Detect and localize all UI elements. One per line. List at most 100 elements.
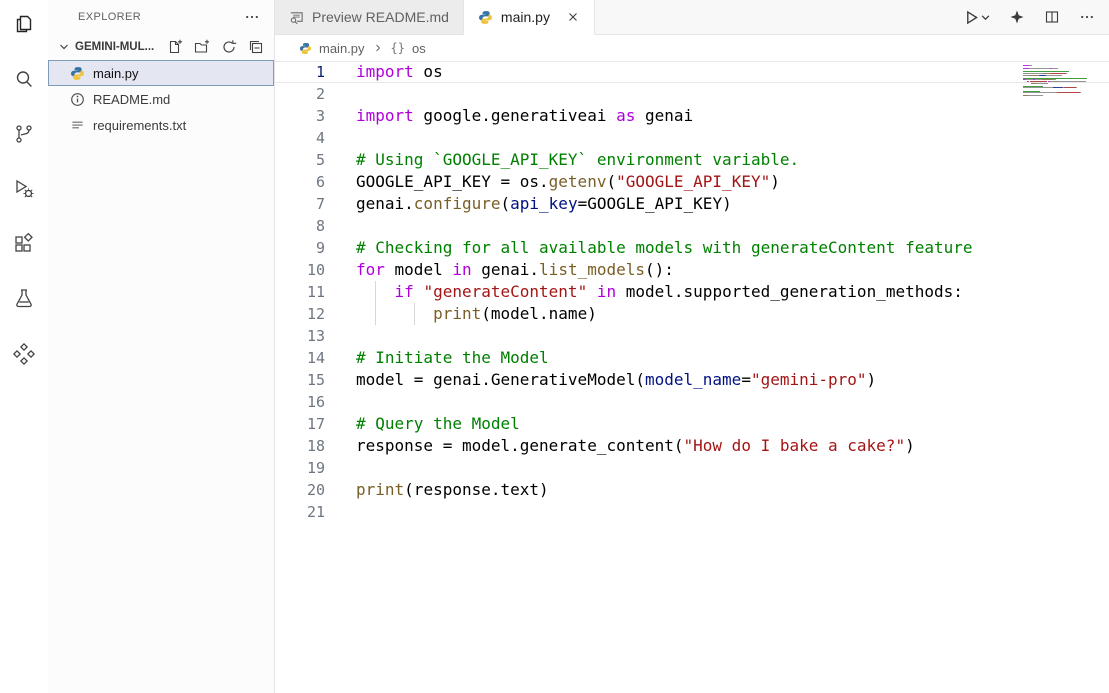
code-line-14[interactable]: 14# Initiate the Model	[275, 347, 1109, 369]
code-line-9[interactable]: 9# Checking for all available models wit…	[275, 237, 1109, 259]
code-line-12[interactable]: 12 print(model.name)	[275, 303, 1109, 325]
line-number: 5	[275, 149, 325, 171]
namespace-icon: {}	[391, 41, 405, 55]
collapse-all-icon[interactable]	[248, 39, 264, 55]
more-actions-icon[interactable]	[1079, 9, 1095, 25]
search-icon	[12, 67, 36, 91]
code-line-3[interactable]: 3import google.generativeai as genai	[275, 105, 1109, 127]
blocks-activity-button[interactable]	[0, 330, 48, 378]
code-line-8[interactable]: 8	[275, 215, 1109, 237]
line-number: 11	[275, 281, 325, 303]
source-control-icon	[12, 122, 36, 146]
run-python-file-button[interactable]	[963, 9, 990, 26]
sidebar-header: EXPLORER	[48, 0, 274, 34]
file-row-readme-md[interactable]: README.md	[48, 86, 274, 112]
line-number: 4	[275, 127, 325, 149]
code-line-18[interactable]: 18response = model.generate_content("How…	[275, 435, 1109, 457]
line-number: 1	[275, 61, 325, 83]
file-row-main-py[interactable]: main.py	[48, 60, 274, 86]
tab-bar: Preview README.md main.py	[275, 0, 1109, 35]
breadcrumb-file[interactable]: main.py	[319, 41, 365, 56]
chevron-down-icon	[56, 39, 72, 55]
line-number: 13	[275, 325, 325, 347]
file-name: main.py	[93, 66, 139, 81]
line-number: 10	[275, 259, 325, 281]
sparkle-icon[interactable]	[1009, 9, 1025, 25]
code-line-21[interactable]: 21	[275, 501, 1109, 523]
file-name: README.md	[93, 92, 170, 107]
line-number: 12	[275, 303, 325, 325]
python-icon	[299, 42, 312, 55]
code-line-6[interactable]: 6GOOGLE_API_KEY = os.getenv("GOOGLE_API_…	[275, 171, 1109, 193]
code-line-17[interactable]: 17# Query the Model	[275, 413, 1109, 435]
folder-name: GEMINI-MUL...	[75, 41, 154, 53]
breadcrumb-symbol[interactable]: os	[412, 41, 426, 56]
tab-main-py[interactable]: main.py	[464, 0, 595, 35]
code-line-13[interactable]: 13	[275, 325, 1109, 347]
beaker-icon	[12, 287, 36, 311]
activity-bar	[0, 0, 48, 693]
tab-label: main.py	[501, 9, 550, 25]
testing-activity-button[interactable]	[0, 275, 48, 323]
code-line-7[interactable]: 7genai.configure(api_key=GOOGLE_API_KEY)	[275, 193, 1109, 215]
run-debug-activity-button[interactable]	[0, 165, 48, 213]
explorer-title: EXPLORER	[78, 11, 141, 23]
code-line-10[interactable]: 10for model in genai.list_models():	[275, 259, 1109, 281]
line-number: 19	[275, 457, 325, 479]
info-icon	[70, 92, 85, 107]
code-line-2[interactable]: 2	[275, 83, 1109, 105]
explorer-activity-button[interactable]	[0, 0, 48, 48]
folder-section-header[interactable]: GEMINI-MUL...	[48, 34, 274, 60]
source-control-activity-button[interactable]	[0, 110, 48, 158]
extensions-activity-button[interactable]	[0, 220, 48, 268]
refresh-icon[interactable]	[221, 39, 237, 55]
explorer-actions	[167, 39, 264, 55]
text-lines-icon	[70, 118, 85, 133]
code-line-15[interactable]: 15model = genai.GenerativeModel(model_na…	[275, 369, 1109, 391]
tab-preview-readme[interactable]: Preview README.md	[275, 0, 464, 34]
python-icon	[478, 10, 493, 25]
line-number: 14	[275, 347, 325, 369]
line-number: 16	[275, 391, 325, 413]
run-debug-icon	[12, 177, 36, 201]
editor-actions	[963, 0, 1109, 34]
line-number: 21	[275, 501, 325, 523]
indent-guide	[375, 303, 376, 325]
tab-label: Preview README.md	[312, 9, 449, 25]
line-number: 17	[275, 413, 325, 435]
code-line-1[interactable]: 1import os	[275, 61, 1109, 83]
close-icon[interactable]	[566, 10, 580, 24]
code-line-4[interactable]: 4	[275, 127, 1109, 149]
line-number: 20	[275, 479, 325, 501]
python-icon	[70, 66, 85, 81]
search-activity-button[interactable]	[0, 55, 48, 103]
extensions-icon	[12, 232, 36, 256]
code-line-5[interactable]: 5# Using `GOOGLE_API_KEY` environment va…	[275, 149, 1109, 171]
indent-guide	[414, 303, 415, 325]
dropdown-chevron-icon	[981, 13, 990, 22]
code-line-11[interactable]: 11 if "generateContent" in model.support…	[275, 281, 1109, 303]
line-number: 2	[275, 83, 325, 105]
new-folder-icon[interactable]	[194, 39, 210, 55]
code-line-20[interactable]: 20print(response.text)	[275, 479, 1109, 501]
editor-group: Preview README.md main.py main.py {	[275, 0, 1109, 693]
code-editor[interactable]: 1import os23import google.generativeai a…	[275, 61, 1109, 693]
file-row-requirements-txt[interactable]: requirements.txt	[48, 112, 274, 138]
new-file-icon[interactable]	[167, 39, 183, 55]
split-editor-icon[interactable]	[1044, 9, 1060, 25]
file-name: requirements.txt	[93, 118, 186, 133]
code-line-19[interactable]: 19	[275, 457, 1109, 479]
code-line-16[interactable]: 16	[275, 391, 1109, 413]
line-number: 7	[275, 193, 325, 215]
line-number: 18	[275, 435, 325, 457]
views-more-actions-icon[interactable]	[244, 9, 260, 25]
file-list: main.py README.md requirements.txt	[48, 60, 274, 138]
explorer-sidebar: EXPLORER GEMINI-MUL... main.py README.md	[48, 0, 275, 693]
vscode-window: EXPLORER GEMINI-MUL... main.py README.md	[0, 0, 1109, 693]
markdown-preview-icon	[289, 10, 304, 25]
line-number: 9	[275, 237, 325, 259]
minimap[interactable]	[1023, 65, 1097, 98]
code-lines: 1import os23import google.generativeai a…	[275, 61, 1109, 523]
line-number: 8	[275, 215, 325, 237]
play-icon	[963, 9, 980, 26]
